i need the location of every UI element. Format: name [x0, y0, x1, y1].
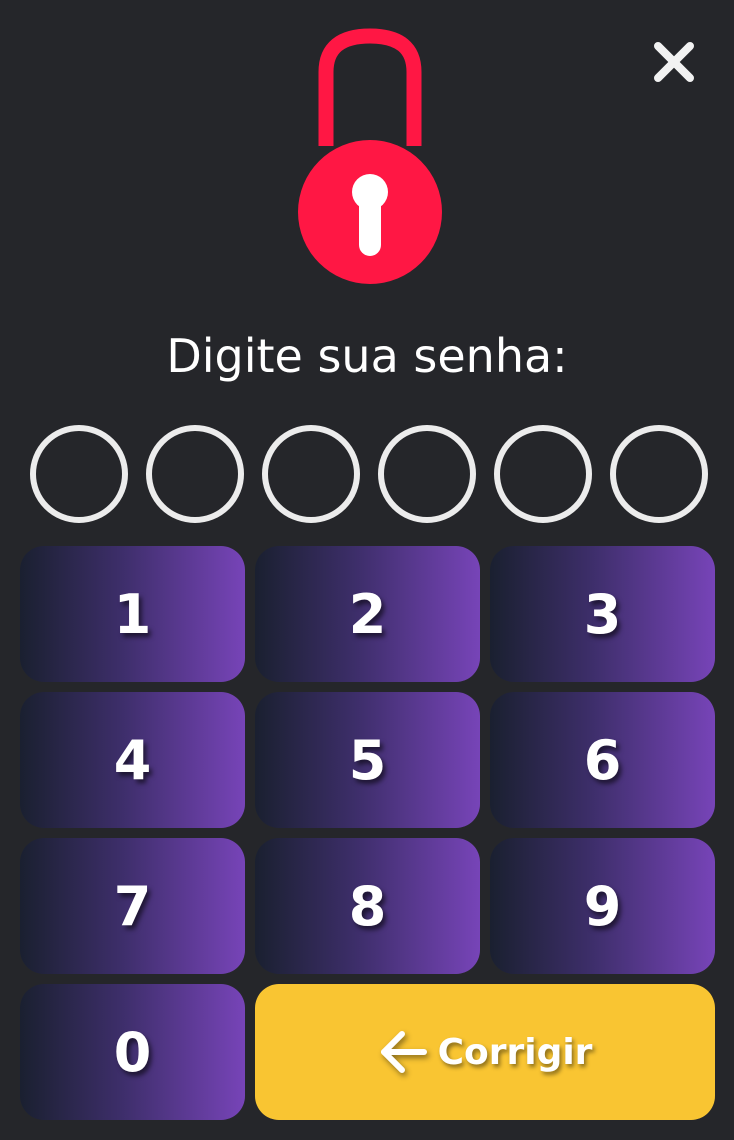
padlock-icon: [296, 28, 444, 286]
pin-dot: [146, 425, 244, 523]
pin-dot: [494, 425, 592, 523]
pin-dot: [262, 425, 360, 523]
password-prompt: Digite sua senha:: [166, 329, 568, 383]
key-1[interactable]: 1: [20, 546, 245, 682]
pin-dot: [30, 425, 128, 523]
key-6[interactable]: 6: [490, 692, 715, 828]
key-7[interactable]: 7: [20, 838, 245, 974]
pin-dot: [610, 425, 708, 523]
key-2[interactable]: 2: [255, 546, 480, 682]
pin-dot: [378, 425, 476, 523]
close-button[interactable]: [652, 40, 696, 84]
correct-button[interactable]: Corrigir: [255, 984, 715, 1120]
numeric-keypad: 1 2 3 4 5 6 7 8 9 0 Corrigir: [20, 546, 715, 1120]
close-icon: [654, 42, 694, 82]
key-3[interactable]: 3: [490, 546, 715, 682]
pin-indicator: [0, 425, 734, 523]
key-9[interactable]: 9: [490, 838, 715, 974]
key-8[interactable]: 8: [255, 838, 480, 974]
key-4[interactable]: 4: [20, 692, 245, 828]
password-screen: Digite sua senha: 1 2 3 4 5 6 7 8 9 0 Co…: [0, 0, 734, 1140]
key-0[interactable]: 0: [20, 984, 245, 1120]
arrow-left-icon: [378, 1030, 428, 1074]
key-5[interactable]: 5: [255, 692, 480, 828]
correct-button-label: Corrigir: [437, 1031, 593, 1073]
